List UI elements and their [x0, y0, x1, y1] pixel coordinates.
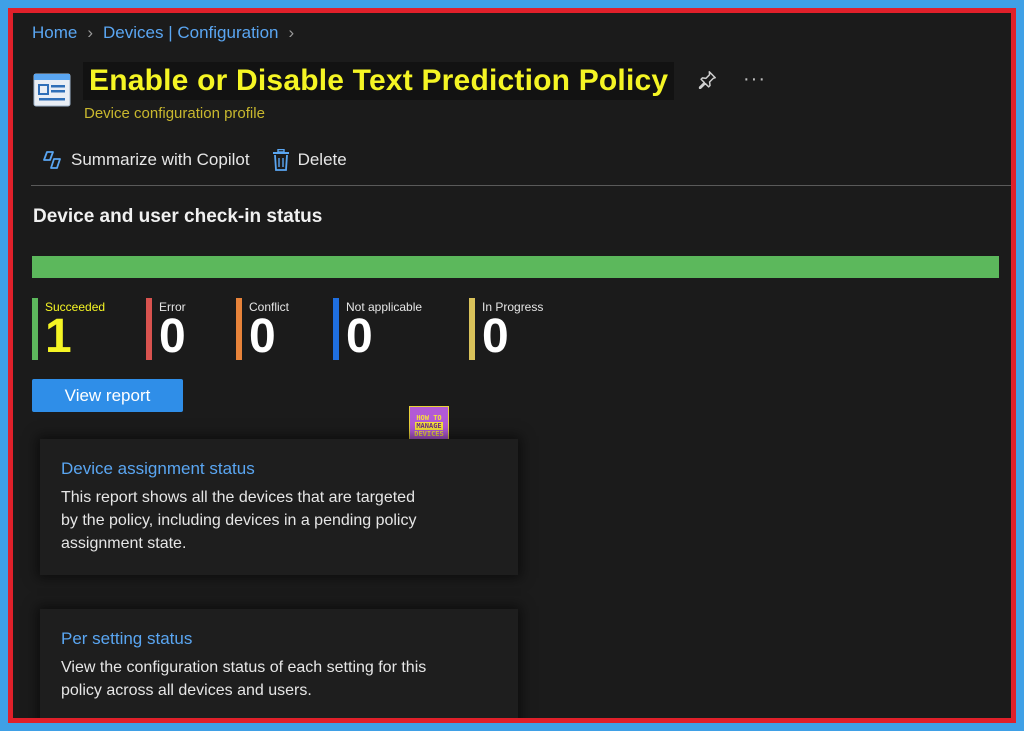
stat-in-progress-value: 0 [482, 310, 509, 363]
stat-in-progress-indicator [469, 298, 475, 360]
device-assignment-status-card[interactable]: Device assignment status This report sho… [40, 439, 518, 575]
stat-error-indicator [146, 298, 152, 360]
checkin-status-progress-bar [32, 256, 999, 278]
window-frame: Home › Devices | Configuration › Enable … [8, 8, 1016, 723]
breadcrumb: Home › Devices | Configuration › [32, 23, 294, 43]
breadcrumb-home[interactable]: Home [32, 23, 77, 43]
logo-line-2: MANAGE [415, 422, 443, 430]
progress-bar-succeeded-fill [32, 256, 999, 278]
per-setting-status-card[interactable]: Per setting status View the configuratio… [40, 609, 518, 718]
stat-error-value: 0 [159, 310, 186, 363]
device-assignment-status-link[interactable]: Device assignment status [61, 459, 255, 479]
page-subtitle: Device configuration profile [84, 105, 265, 122]
more-options-icon[interactable]: ··· [743, 68, 766, 91]
stat-not-applicable-value: 0 [346, 310, 373, 363]
logo-line-3: DEVICES [414, 430, 444, 438]
per-setting-status-link[interactable]: Per setting status [61, 629, 192, 649]
delete-button[interactable]: Delete [272, 149, 347, 171]
chevron-right-icon: › [288, 23, 295, 42]
chevron-right-icon: › [87, 23, 94, 42]
trash-icon [272, 149, 289, 171]
toolbar: Summarize with Copilot Delete [41, 149, 347, 171]
per-setting-status-description: View the configuration status of each se… [61, 659, 427, 699]
stat-succeeded-value: 1 [45, 310, 72, 363]
stat-conflict-indicator [236, 298, 242, 360]
pin-icon[interactable] [696, 69, 718, 91]
toolbar-divider [31, 185, 1011, 186]
stat-succeeded-indicator [32, 298, 38, 360]
summarize-with-copilot-label: Summarize with Copilot [71, 150, 250, 169]
view-report-button[interactable]: View report [32, 379, 183, 412]
checkin-status-title: Device and user check-in status [33, 206, 323, 227]
logo-line-1: HOW TO [416, 414, 442, 422]
configuration-profile-icon [33, 73, 71, 107]
device-assignment-status-description: This report shows all the devices that a… [61, 489, 417, 552]
stat-conflict-value: 0 [249, 310, 276, 363]
copilot-icon [43, 151, 61, 169]
summarize-with-copilot-button[interactable]: Summarize with Copilot [41, 150, 250, 170]
stat-not-applicable-indicator [333, 298, 339, 360]
breadcrumb-devices-configuration[interactable]: Devices | Configuration [103, 23, 278, 43]
delete-label: Delete [297, 150, 347, 169]
page-content: Home › Devices | Configuration › Enable … [13, 13, 1011, 718]
page-title: Enable or Disable Text Prediction Policy [83, 62, 675, 100]
